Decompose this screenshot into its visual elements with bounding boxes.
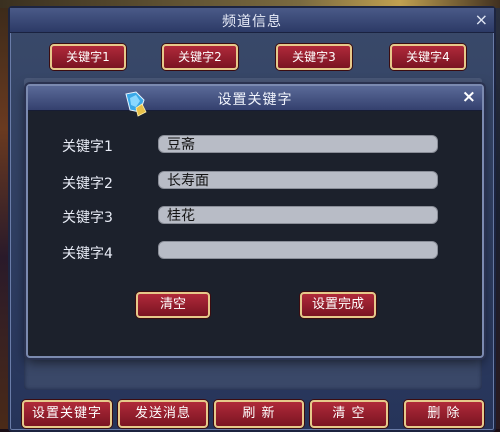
keyword-4-input[interactable] [158,241,438,259]
keyword-tab-1[interactable]: 关键字1 [50,44,126,70]
set-keyword-titlebar[interactable]: 设置关键字 × [28,86,482,111]
channel-info-title: 频道信息 [222,14,282,30]
keyword-2-input[interactable]: 长寿面 [158,171,438,189]
channel-info-close-icon[interactable]: × [475,10,488,29]
channel-info-titlebar[interactable]: 频道信息 × [10,8,494,33]
set-keyword-title: 设置关键字 [217,92,293,108]
keyword-3-input[interactable]: 桂花 [158,206,438,224]
set-keyword-close-icon[interactable]: × [462,87,476,107]
clear-channel-button[interactable]: 清 空 [310,400,388,428]
set-keyword-dialog: 设置关键字 × 关键字1 豆斋 关键字2 长寿面 关键字3 桂花 关键字4 清空… [26,84,484,358]
keyword-tab-4[interactable]: 关键字4 [390,44,466,70]
gem-icon [125,91,147,117]
delete-button[interactable]: 删 除 [404,400,484,428]
keyword-1-input[interactable]: 豆斋 [158,135,438,153]
keyword-tab-3[interactable]: 关键字3 [276,44,352,70]
keyword-tab-2[interactable]: 关键字2 [162,44,238,70]
keyword-done-button[interactable]: 设置完成 [300,292,376,318]
set-keyword-button[interactable]: 设置关键字 [22,400,112,428]
keyword-1-label: 关键字1 [62,139,113,155]
keyword-4-label: 关键字4 [62,246,113,262]
clear-keywords-button[interactable]: 清空 [136,292,210,318]
keyword-3-label: 关键字3 [62,210,113,226]
keyword-2-label: 关键字2 [62,176,113,192]
send-message-button[interactable]: 发送消息 [118,400,208,428]
refresh-button[interactable]: 刷 新 [214,400,304,428]
